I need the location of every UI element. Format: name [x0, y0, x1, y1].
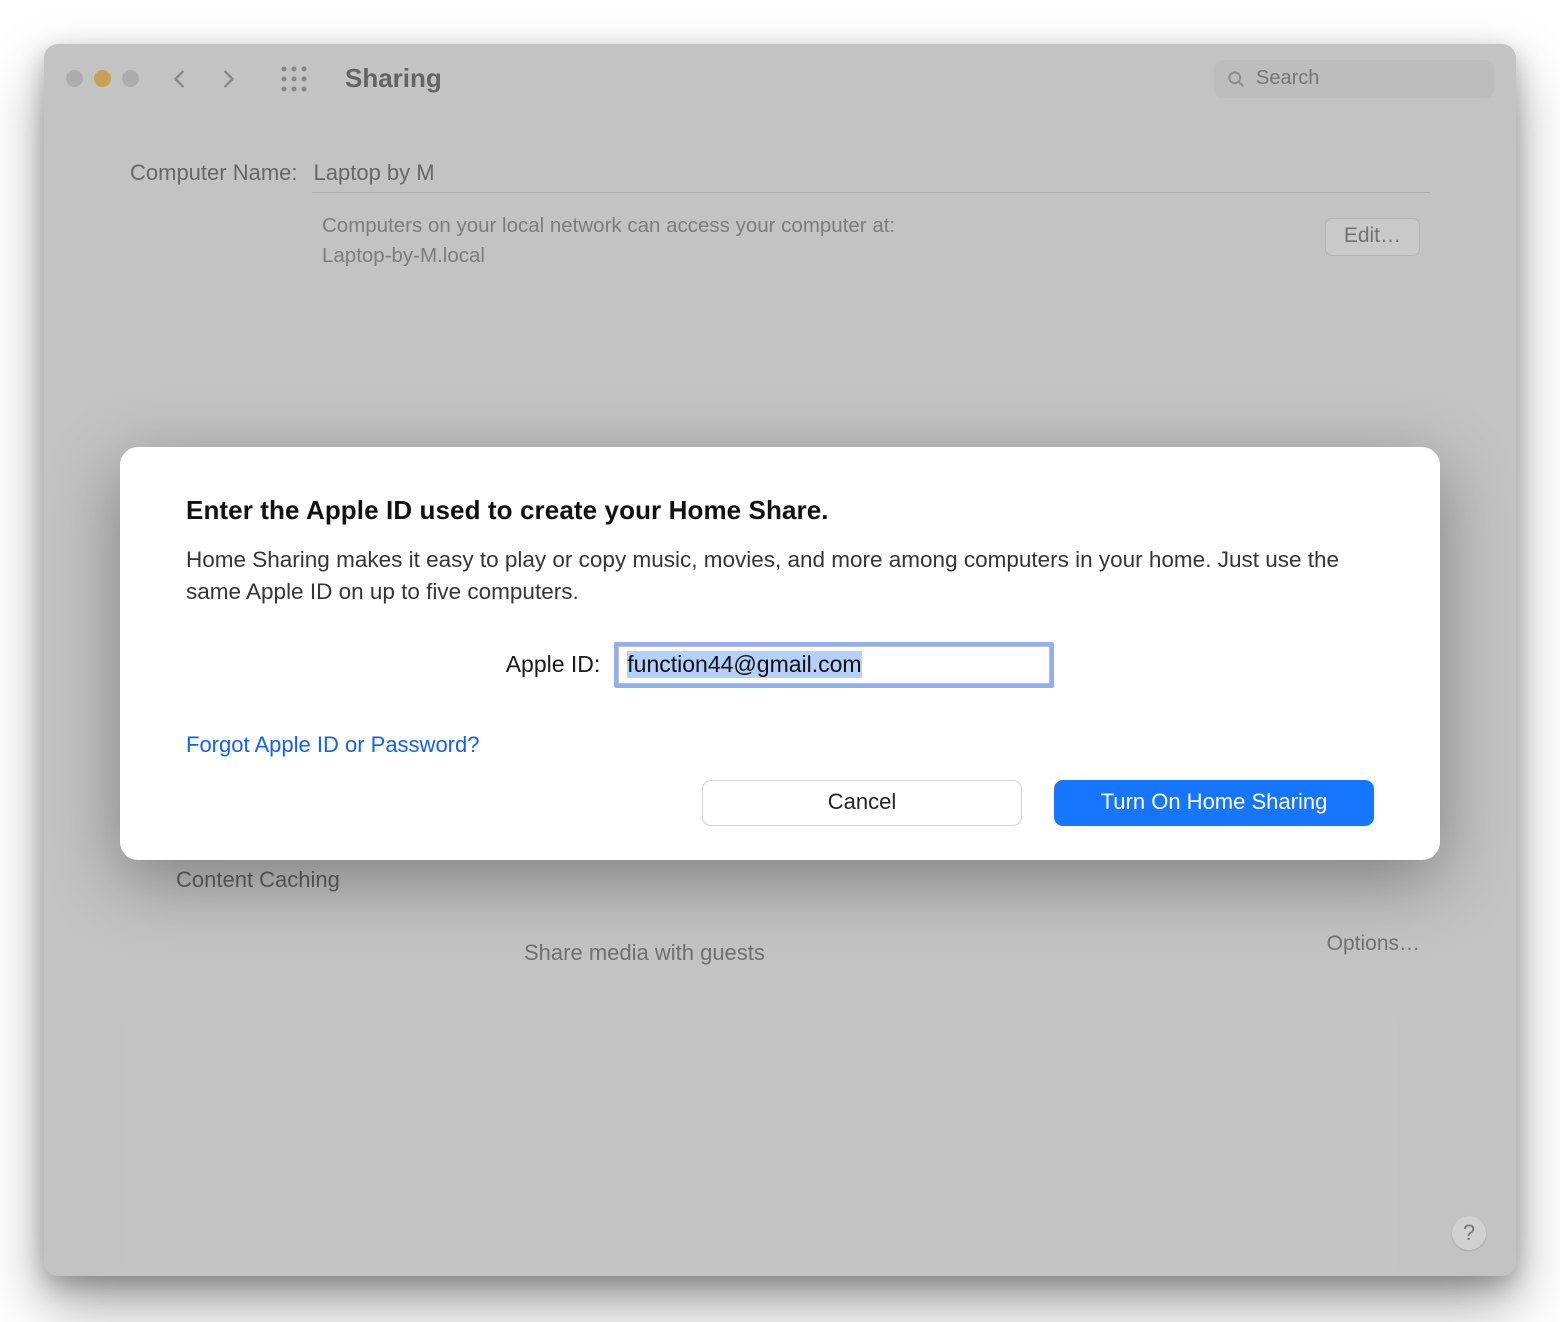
edit-hostname-button[interactable]: Edit…	[1325, 218, 1420, 256]
home-sharing-dialog: Enter the Apple ID used to create your H…	[120, 447, 1440, 860]
share-media-guests-label: Share media with guests	[524, 940, 765, 966]
turn-on-home-sharing-button[interactable]: Turn On Home Sharing	[1054, 780, 1374, 826]
computer-hostname: Laptop-by-M.local	[322, 241, 1082, 271]
computer-name-label: Computer Name:	[130, 160, 298, 186]
help-button[interactable]: ?	[1452, 1216, 1486, 1250]
preferences-window: Sharing Computer Name: Computers on your…	[44, 44, 1516, 1276]
search-icon	[1226, 69, 1246, 89]
dialog-description: Home Sharing makes it easy to play or co…	[186, 544, 1374, 608]
search-field[interactable]	[1214, 60, 1494, 98]
window-title: Sharing	[345, 63, 442, 94]
dialog-heading: Enter the Apple ID used to create your H…	[186, 495, 1374, 526]
forgot-apple-id-link[interactable]: Forgot Apple ID or Password?	[186, 732, 479, 758]
zoom-window-button[interactable]	[122, 70, 139, 87]
search-input[interactable]	[1256, 67, 1482, 90]
cancel-button[interactable]: Cancel	[702, 780, 1022, 826]
apple-id-input[interactable]	[618, 646, 1050, 684]
computer-name-field[interactable]	[312, 154, 1430, 193]
apple-id-field-wrap	[614, 642, 1054, 688]
content-area: Computer Name: Computers on your local n…	[44, 114, 1516, 270]
sidebar-item-content-caching[interactable]: Content Caching	[130, 858, 340, 902]
media-options-button[interactable]: Options…	[1327, 932, 1420, 956]
nav-arrows	[169, 68, 239, 90]
titlebar: Sharing	[44, 44, 1516, 114]
back-icon[interactable]	[169, 68, 191, 90]
apple-id-label: Apple ID:	[506, 651, 601, 678]
minimize-window-button[interactable]	[94, 70, 111, 87]
window-controls	[66, 70, 139, 87]
show-all-icon[interactable]	[279, 64, 309, 94]
forward-icon[interactable]	[217, 68, 239, 90]
close-window-button[interactable]	[66, 70, 83, 87]
computer-access-text: Computers on your local network can acce…	[322, 211, 1082, 241]
